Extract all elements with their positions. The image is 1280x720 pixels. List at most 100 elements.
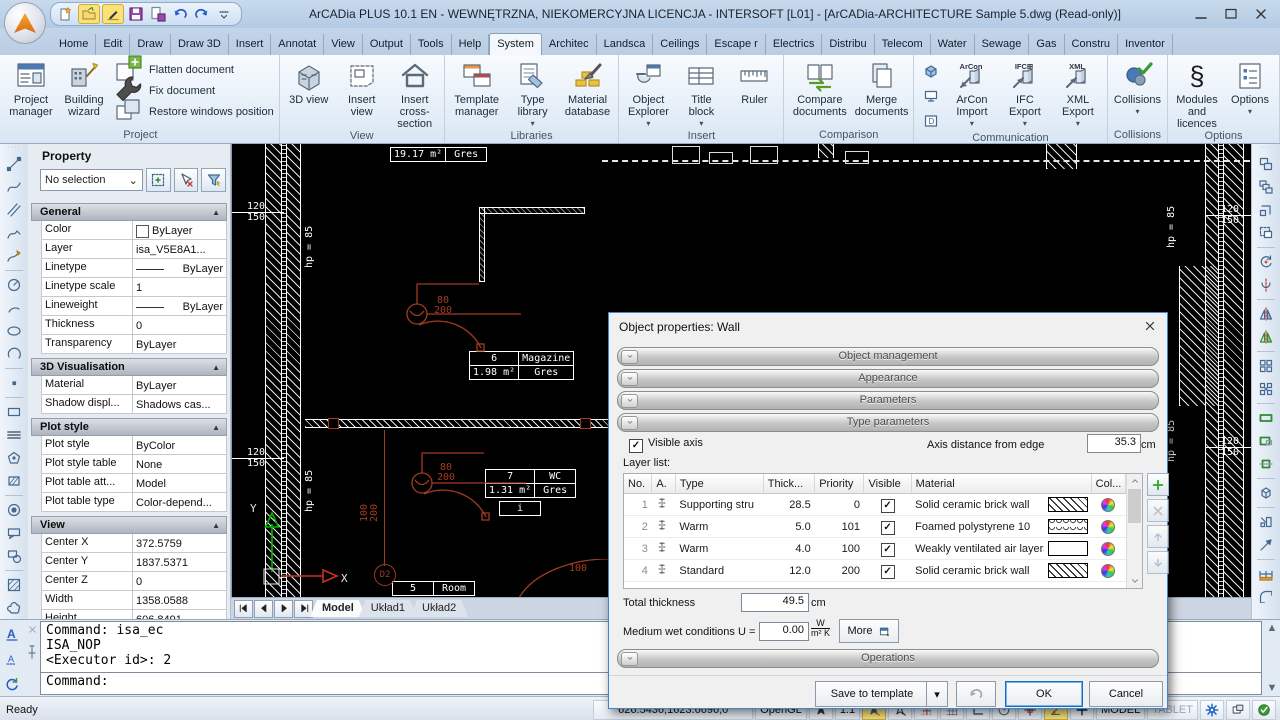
ribbon-item-ruler[interactable]: Ruler: [728, 56, 780, 130]
tab-insert[interactable]: Insert: [229, 34, 272, 55]
tab-home[interactable]: Home: [52, 34, 96, 55]
nav-next-icon[interactable]: [274, 600, 293, 618]
property-value[interactable]: 0: [133, 316, 226, 334]
section-operations[interactable]: Operations: [617, 649, 1159, 668]
tool-edit-scale-reference[interactable]: [1254, 511, 1278, 533]
undo-icon[interactable]: [170, 5, 190, 23]
tool-edit-rotate[interactable]: [1254, 251, 1278, 273]
clean-screen-icon[interactable]: [1226, 700, 1250, 720]
redo-icon[interactable]: [192, 5, 212, 23]
pin-icon[interactable]: [24, 644, 40, 663]
property-value[interactable]: None: [133, 455, 226, 473]
tab-electrics[interactable]: Electrics: [766, 34, 823, 55]
property-selector-dropdown[interactable]: No selection⌄: [40, 169, 143, 191]
more-button[interactable]: More: [839, 619, 899, 643]
ok-button[interactable]: OK: [1005, 681, 1083, 707]
layer-row[interactable]: 4Standard12.0200✓Solid ceramic brick wal…: [624, 560, 1126, 582]
property-value[interactable]: ByLayer: [133, 297, 226, 315]
ribbon-item-project-manager[interactable]: Project manager: [5, 56, 57, 129]
ribbon-item-material-database[interactable]: Material database: [560, 56, 616, 130]
open-drawing-icon[interactable]: [78, 4, 100, 24]
layer-row[interactable]: 2Warm5.0101✓Foamed polystyrene 10: [624, 516, 1126, 538]
ribbon-item-xml-export[interactable]: XMLXML Export▾: [1052, 56, 1104, 132]
tab-water[interactable]: Water: [931, 34, 975, 55]
tab-landsca[interactable]: Landsca: [597, 34, 654, 55]
property-value[interactable]: Shadows cas...: [133, 395, 226, 413]
tool-edit-mirror[interactable]: [1254, 303, 1278, 325]
visible-axis-checkbox[interactable]: ✓Visible axis: [629, 437, 703, 453]
sheet-tab-układ2[interactable]: Układ2: [410, 600, 468, 617]
cmd-refresh-icon[interactable]: [0, 673, 24, 695]
axis-distance-input[interactable]: 35.3: [1087, 434, 1141, 453]
minimize-icon[interactable]: [1188, 5, 1214, 23]
close-icon[interactable]: [1248, 5, 1274, 23]
layer-column-header[interactable]: Material: [911, 474, 1091, 494]
tab-edit[interactable]: Edit: [96, 34, 130, 55]
layer-column-header[interactable]: Type: [675, 474, 763, 494]
tab-gas[interactable]: Gas: [1029, 34, 1064, 55]
tool-draw-arc-3-point[interactable]: [2, 343, 26, 365]
tool-edit-array-insert[interactable]: [1254, 378, 1278, 400]
layer-column-header[interactable]: Thick...: [763, 474, 814, 494]
ribbon-item-template-manager[interactable]: Template manager: [448, 56, 506, 130]
tool-draw-rectangle[interactable]: [2, 401, 26, 423]
ribbon-item-collisions[interactable]: Collisions▾: [1111, 56, 1164, 129]
tool-draw-polyline[interactable]: [2, 222, 26, 244]
tool-edit-rotate-reference[interactable]: [1254, 274, 1278, 296]
edit-drawing-icon[interactable]: [102, 4, 124, 24]
property-section-header[interactable]: Plot style▲: [31, 418, 227, 436]
tool-edit-scale-frame[interactable]: [1254, 430, 1278, 452]
property-value[interactable]: Color-depend...: [133, 493, 226, 511]
property-value[interactable]: ByLayer: [133, 376, 226, 394]
layer-color-icon[interactable]: [1091, 516, 1125, 538]
tab-system[interactable]: System: [489, 33, 542, 55]
property-value[interactable]: 0: [133, 572, 226, 590]
layer-column-header[interactable]: A.: [652, 474, 676, 494]
scroll-down-icon[interactable]: [1127, 574, 1142, 588]
tool-edit-array[interactable]: [1254, 355, 1278, 377]
tab-output[interactable]: Output: [363, 34, 411, 55]
tab-telecom[interactable]: Telecom: [875, 34, 931, 55]
nav-last-icon[interactable]: [294, 600, 313, 618]
tab-view[interactable]: View: [324, 34, 363, 55]
save-to-template-button[interactable]: Save to template: [815, 681, 929, 707]
property-value[interactable]: 1358.0588: [133, 591, 226, 609]
tab-sewage[interactable]: Sewage: [975, 34, 1030, 55]
property-value[interactable]: 1: [133, 278, 226, 296]
cmd-text-small-icon[interactable]: A: [0, 648, 24, 670]
ribbon-item-insert-cross-section[interactable]: Insert cross-section: [389, 56, 441, 130]
new-drawing-icon[interactable]: [56, 5, 76, 23]
dialog-close-icon[interactable]: [1143, 319, 1157, 336]
status-ok-icon[interactable]: [1252, 700, 1276, 720]
property-value[interactable]: 1837.5371: [133, 553, 226, 571]
layer-column-header[interactable]: Visible: [864, 474, 911, 494]
delete-layer-icon[interactable]: [1147, 499, 1169, 522]
ribbon-item-title-block[interactable]: Title block▾: [675, 56, 727, 130]
tool-draw-circle[interactable]: [2, 274, 26, 296]
tool-draw-double-line[interactable]: [2, 199, 26, 221]
cmd-text-window-icon[interactable]: A: [0, 623, 24, 645]
nav-prev-icon[interactable]: [254, 600, 273, 618]
maximize-icon[interactable]: [1218, 5, 1244, 23]
tool-draw-hatch[interactable]: [2, 574, 26, 596]
arcadia-logo-icon[interactable]: [4, 2, 46, 44]
tool-draw-sketch[interactable]: [2, 245, 26, 267]
save-icon[interactable]: [126, 5, 146, 23]
tool-draw-donut[interactable]: [2, 499, 26, 521]
dialog-undo-icon[interactable]: [956, 681, 996, 707]
tool-edit-stretch[interactable]: [1254, 407, 1278, 429]
property-value[interactable]: 606.8491: [133, 610, 226, 619]
layer-column-header[interactable]: Priority: [815, 474, 864, 494]
layer-color-icon[interactable]: [1091, 538, 1125, 560]
tab-ceilings[interactable]: Ceilings: [653, 34, 707, 55]
tool-edit-trim-frame[interactable]: [1254, 453, 1278, 475]
cancel-button[interactable]: Cancel: [1089, 681, 1163, 707]
dboard-icon[interactable]: D: [919, 110, 943, 132]
layer-row[interactable]: 3Warm4.0100✓Weakly ventilated air layers: [624, 538, 1126, 560]
tool-draw-spline[interactable]: [2, 176, 26, 198]
ribbon-item-compare-documents[interactable]: Compare documents: [787, 56, 852, 129]
tool-edit-box-3d[interactable]: [1254, 482, 1278, 504]
tool-draw-polygon[interactable]: [2, 447, 26, 469]
ribbon-item-restore-windows-position[interactable]: Restore windows position: [113, 103, 274, 120]
layer-column-header[interactable]: Col...: [1091, 474, 1125, 494]
